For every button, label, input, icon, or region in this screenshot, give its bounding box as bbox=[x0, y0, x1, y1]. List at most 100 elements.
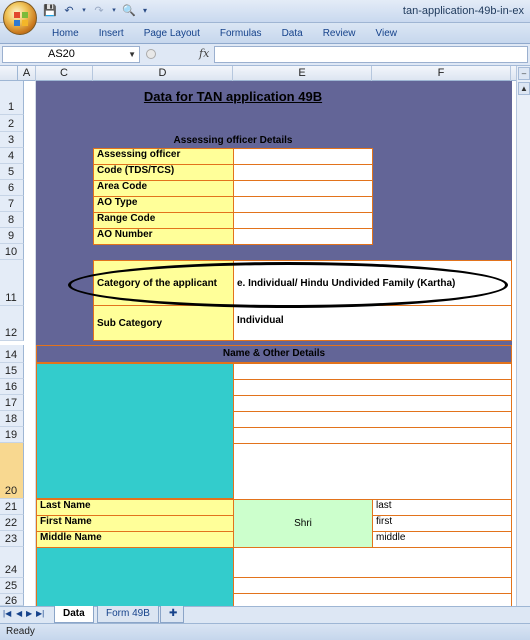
customize-toolbar-icon[interactable]: ▾ bbox=[140, 3, 150, 19]
teal-block[interactable] bbox=[36, 363, 234, 499]
row-header[interactable]: 7 bbox=[0, 196, 24, 212]
row-header[interactable]: 3 bbox=[0, 132, 24, 148]
detail-input[interactable] bbox=[233, 593, 512, 606]
row-header[interactable]: 22 bbox=[0, 515, 24, 531]
redo-icon[interactable]: ↷ bbox=[91, 3, 107, 19]
detail-input[interactable] bbox=[233, 427, 512, 444]
row-header[interactable]: 4 bbox=[0, 148, 24, 164]
first-name-value[interactable]: first bbox=[372, 515, 512, 532]
row-header[interactable]: 1 bbox=[0, 81, 24, 115]
undo-icon[interactable]: ↶ bbox=[61, 3, 77, 19]
middle-name-value[interactable]: middle bbox=[372, 531, 512, 548]
ao-field-input[interactable] bbox=[233, 164, 373, 181]
prev-sheet-icon[interactable]: ◀ bbox=[16, 609, 22, 618]
ao-field-input[interactable] bbox=[233, 196, 373, 213]
row-header[interactable]: 19 bbox=[0, 427, 24, 443]
undo-dropdown-icon[interactable]: ▾ bbox=[80, 3, 88, 19]
sheet-tab-form-49b[interactable]: Form 49B bbox=[97, 606, 159, 623]
ao-field-label[interactable]: Code (TDS/TCS) bbox=[93, 164, 234, 181]
row-header[interactable]: 23 bbox=[0, 531, 24, 547]
first-sheet-icon[interactable]: |◀ bbox=[3, 609, 11, 618]
print-preview-icon[interactable]: 🔍 bbox=[121, 3, 137, 19]
ao-field-label[interactable]: Assessing officer bbox=[93, 148, 234, 165]
redo-dropdown-icon[interactable]: ▾ bbox=[110, 3, 118, 19]
ao-field-input[interactable] bbox=[233, 180, 373, 197]
tab-formulas[interactable]: Formulas bbox=[210, 27, 272, 40]
row-header-selected[interactable]: 20 bbox=[0, 443, 24, 499]
tab-data[interactable]: Data bbox=[272, 27, 313, 40]
name-field-label[interactable]: Last Name bbox=[36, 499, 234, 516]
save-icon[interactable]: 💾 bbox=[42, 3, 58, 19]
row-header[interactable]: 25 bbox=[0, 578, 24, 594]
insert-function-icon[interactable]: fx bbox=[199, 47, 209, 60]
row-header[interactable]: 24 bbox=[0, 547, 24, 578]
row-header[interactable]: 12 bbox=[0, 306, 24, 341]
scroll-split-handle[interactable]: – bbox=[518, 67, 530, 80]
chevron-down-icon[interactable]: ▼ bbox=[128, 47, 136, 62]
teal-block[interactable] bbox=[36, 547, 234, 606]
row-header[interactable]: 9 bbox=[0, 228, 24, 244]
tab-home[interactable]: Home bbox=[42, 27, 89, 40]
ao-field-label[interactable]: Range Code bbox=[93, 212, 234, 229]
subcategory-value[interactable]: Individual bbox=[233, 305, 512, 341]
tab-view[interactable]: View bbox=[365, 27, 407, 40]
column-header-e[interactable]: E bbox=[233, 66, 372, 81]
scroll-up-icon[interactable]: ▲ bbox=[518, 82, 530, 95]
row-header[interactable]: 16 bbox=[0, 379, 24, 395]
column-header-f[interactable]: F bbox=[372, 66, 511, 81]
row-header[interactable]: 15 bbox=[0, 363, 24, 379]
office-button[interactable] bbox=[3, 1, 37, 35]
ao-field-label[interactable]: AO Number bbox=[93, 228, 234, 245]
category-label[interactable]: Category of the applicant bbox=[93, 260, 234, 306]
next-sheet-icon[interactable]: ▶ bbox=[26, 609, 32, 618]
detail-input[interactable] bbox=[233, 411, 512, 428]
row-header[interactable]: 21 bbox=[0, 499, 24, 515]
row-header[interactable]: 11 bbox=[0, 260, 24, 306]
name-box[interactable]: AS20 ▼ bbox=[2, 46, 140, 63]
ao-field-label[interactable]: Area Code bbox=[93, 180, 234, 197]
column-a-cells[interactable] bbox=[24, 81, 36, 606]
ao-field-input[interactable] bbox=[233, 148, 373, 165]
category-value[interactable]: e. Individual/ Hindu Undivided Family (K… bbox=[233, 260, 512, 306]
insert-sheet-icon[interactable]: ✚ bbox=[160, 606, 184, 623]
last-name-value[interactable]: last bbox=[372, 499, 512, 516]
detail-input[interactable] bbox=[233, 547, 512, 578]
sheet-title[interactable]: Data for TAN application 49B bbox=[93, 89, 373, 104]
column-header-d[interactable]: D bbox=[93, 66, 233, 81]
ao-field-label[interactable]: AO Type bbox=[93, 196, 234, 213]
row-header[interactable]: 5 bbox=[0, 164, 24, 180]
name-field-label[interactable]: Middle Name bbox=[36, 531, 234, 548]
tab-page-layout[interactable]: Page Layout bbox=[134, 27, 210, 40]
row-header[interactable]: 2 bbox=[0, 115, 24, 132]
row-header[interactable]: 26 bbox=[0, 594, 24, 607]
detail-input[interactable] bbox=[233, 363, 512, 380]
ao-field-input[interactable] bbox=[233, 212, 373, 229]
sheet-tab-data[interactable]: Data bbox=[54, 606, 94, 623]
tab-insert[interactable]: Insert bbox=[89, 27, 134, 40]
name-details-header[interactable]: Name & Other Details bbox=[36, 345, 512, 363]
row-header[interactable]: 10 bbox=[0, 244, 24, 260]
row-header[interactable]: 17 bbox=[0, 395, 24, 411]
row-header[interactable]: 18 bbox=[0, 411, 24, 427]
worksheet-grid[interactable]: Data for TAN application 49B Assessing o… bbox=[24, 81, 516, 606]
title-salutation[interactable]: Shri bbox=[233, 499, 373, 548]
detail-input[interactable] bbox=[233, 395, 512, 412]
ao-field-input[interactable] bbox=[233, 228, 373, 245]
row-header[interactable]: 6 bbox=[0, 180, 24, 196]
last-sheet-icon[interactable]: ▶| bbox=[36, 609, 44, 618]
detail-input[interactable] bbox=[233, 443, 512, 500]
vertical-scrollbar[interactable]: – ▲ bbox=[516, 66, 530, 606]
detail-input[interactable] bbox=[233, 379, 512, 396]
tab-review[interactable]: Review bbox=[313, 27, 366, 40]
assessing-officer-header[interactable]: Assessing officer Details bbox=[93, 135, 373, 146]
formula-input[interactable] bbox=[214, 46, 528, 63]
column-header-c[interactable]: C bbox=[36, 66, 93, 81]
subcategory-label[interactable]: Sub Category bbox=[93, 305, 234, 341]
row-header[interactable]: 14 bbox=[0, 345, 24, 363]
formula-bar-resize-handle[interactable] bbox=[146, 49, 156, 59]
select-all-corner[interactable] bbox=[0, 66, 18, 81]
column-header-a[interactable]: A bbox=[18, 66, 36, 81]
row-header[interactable]: 8 bbox=[0, 212, 24, 228]
name-field-label[interactable]: First Name bbox=[36, 515, 234, 532]
detail-input[interactable] bbox=[233, 577, 512, 594]
